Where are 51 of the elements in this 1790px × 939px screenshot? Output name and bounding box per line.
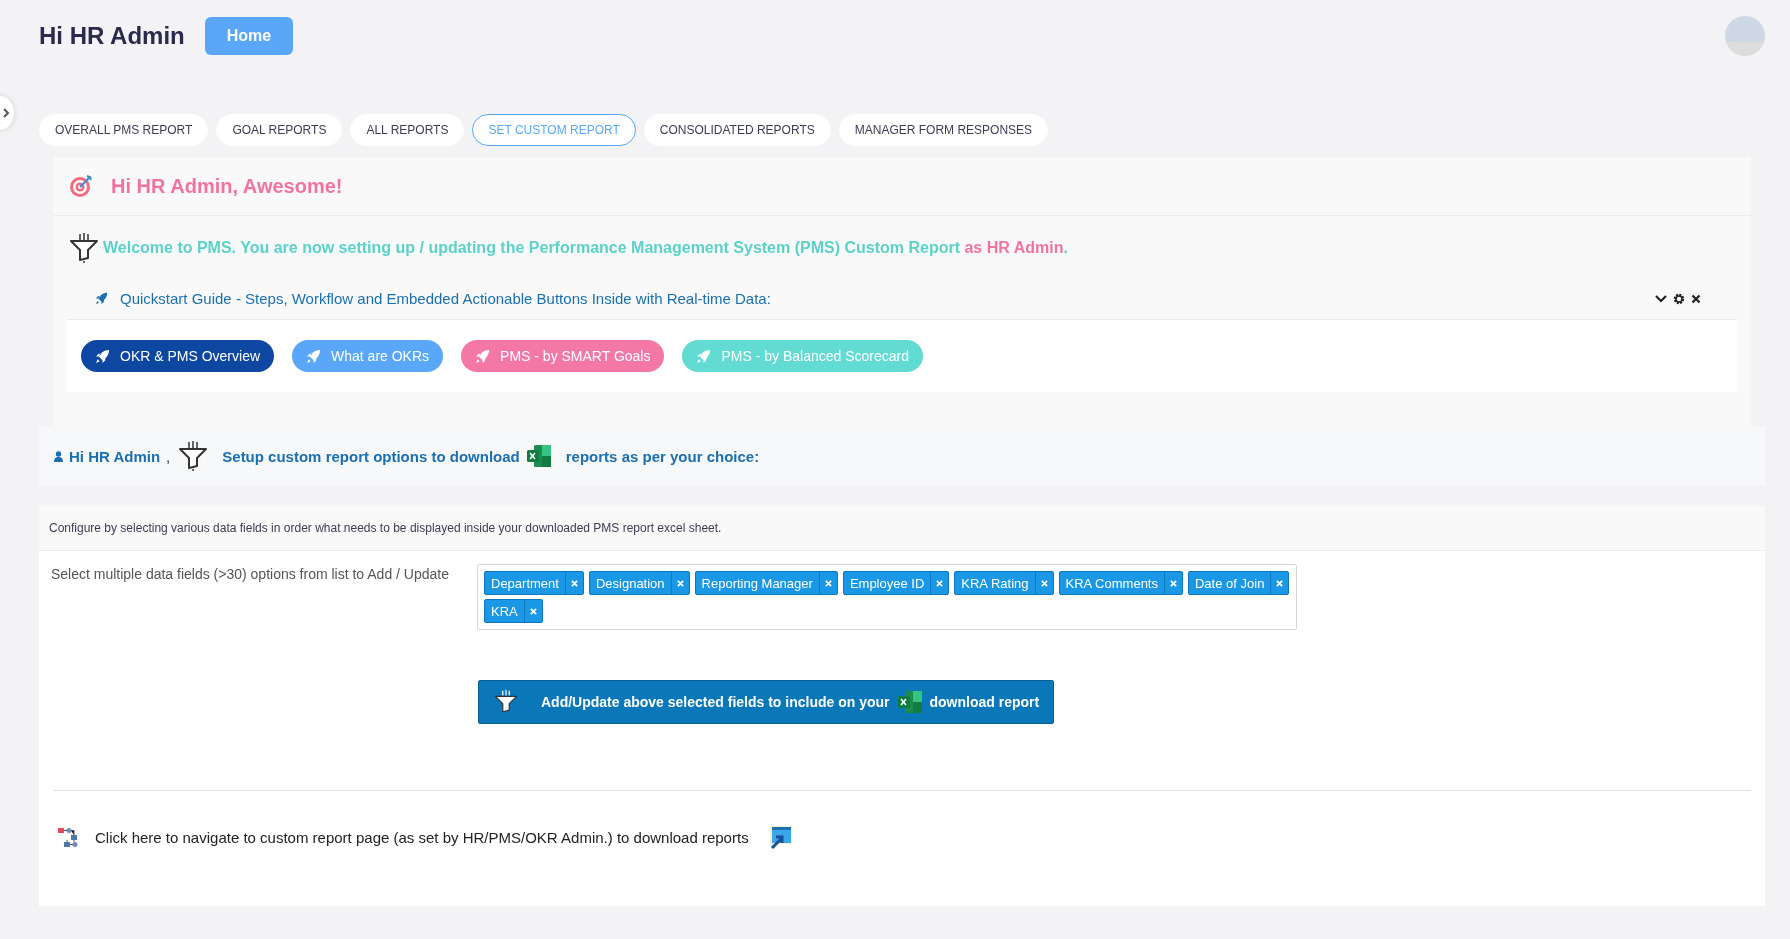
report-tab[interactable]: OVERALL PMS REPORT xyxy=(39,114,209,146)
setup-text: reports as per your choice: xyxy=(565,447,760,465)
close-icon xyxy=(676,579,684,587)
flowchart-icon xyxy=(57,826,79,848)
report-tab[interactable]: ALL REPORTS xyxy=(350,114,465,146)
guide-button[interactable]: OKR & PMS Overview xyxy=(81,340,275,372)
settings-icon[interactable] xyxy=(1673,292,1685,305)
user-name: Hi HR Admin xyxy=(69,447,161,465)
custom-report-link[interactable]: Click here to navigate to custom report page (as set by HR/PMS/OKR Admin.) to download reports xyxy=(95,828,749,846)
quickstart-guide-title: Quickstart Guide - Steps, Workflow and Embedded Actionable Buttons Inside with Real-time Data: xyxy=(120,290,771,307)
chevron-right-icon xyxy=(2,108,10,118)
setup-text: Setup custom report options to download xyxy=(222,447,520,465)
close-icon xyxy=(824,579,832,587)
report-tab[interactable]: MANAGER FORM RESPONSES xyxy=(838,114,1049,146)
tag-label: Designation xyxy=(594,574,666,593)
tag-label: Reporting Manager xyxy=(700,574,814,593)
tag-label: KRA Rating xyxy=(960,574,1030,593)
close-icon xyxy=(529,607,537,615)
close-icon xyxy=(1040,579,1048,587)
greeting-title: Hi HR Admin xyxy=(39,22,185,50)
rocket-icon xyxy=(306,348,322,364)
close-icon xyxy=(1276,579,1284,587)
spreadsheet-icon xyxy=(525,444,552,468)
tag-label: Date of Join xyxy=(1194,574,1266,593)
user-icon xyxy=(54,450,63,462)
field-label: Select multiple data fields (>30) options from list to Add / Update xyxy=(49,565,449,584)
separator-text: , xyxy=(166,447,171,465)
config-description: Configure by selecting various data fields in order what needs to be displayed inside your downloaded PMS report excel sheet. xyxy=(39,506,1765,551)
report-tab[interactable]: GOAL REPORTS xyxy=(216,114,343,146)
add-update-fields-button[interactable]: Add/Update above selected fields to include on your download report xyxy=(478,680,1055,724)
funnel-icon xyxy=(178,440,209,472)
welcome-title: Hi HR Admin, Awesome! xyxy=(111,174,343,198)
tag-label: Department xyxy=(490,574,560,593)
close-icon xyxy=(936,579,944,587)
close-icon xyxy=(570,579,578,587)
tag-label: Employee ID xyxy=(848,574,926,593)
rocket-icon xyxy=(95,348,110,364)
rocket-icon xyxy=(696,348,712,364)
funnel-icon xyxy=(493,689,519,715)
tag-label: KRA xyxy=(490,602,519,621)
report-tab[interactable]: CONSOLIDATED REPORTS xyxy=(643,114,831,146)
funnel-icon xyxy=(69,232,99,264)
tag-label: KRA Comments xyxy=(1064,574,1159,593)
spreadsheet-icon xyxy=(896,690,923,714)
chevron-down-icon[interactable] xyxy=(1655,293,1667,304)
welcome-message: Welcome to PMS. You are now setting up / updating the Performance Management System (PMS) Custom Report as HR Admin. xyxy=(103,239,1068,257)
rocket-icon xyxy=(475,348,491,364)
target-icon xyxy=(69,174,93,198)
close-icon xyxy=(1170,579,1177,587)
rocket-icon xyxy=(95,292,108,305)
close-icon[interactable] xyxy=(1691,293,1701,304)
